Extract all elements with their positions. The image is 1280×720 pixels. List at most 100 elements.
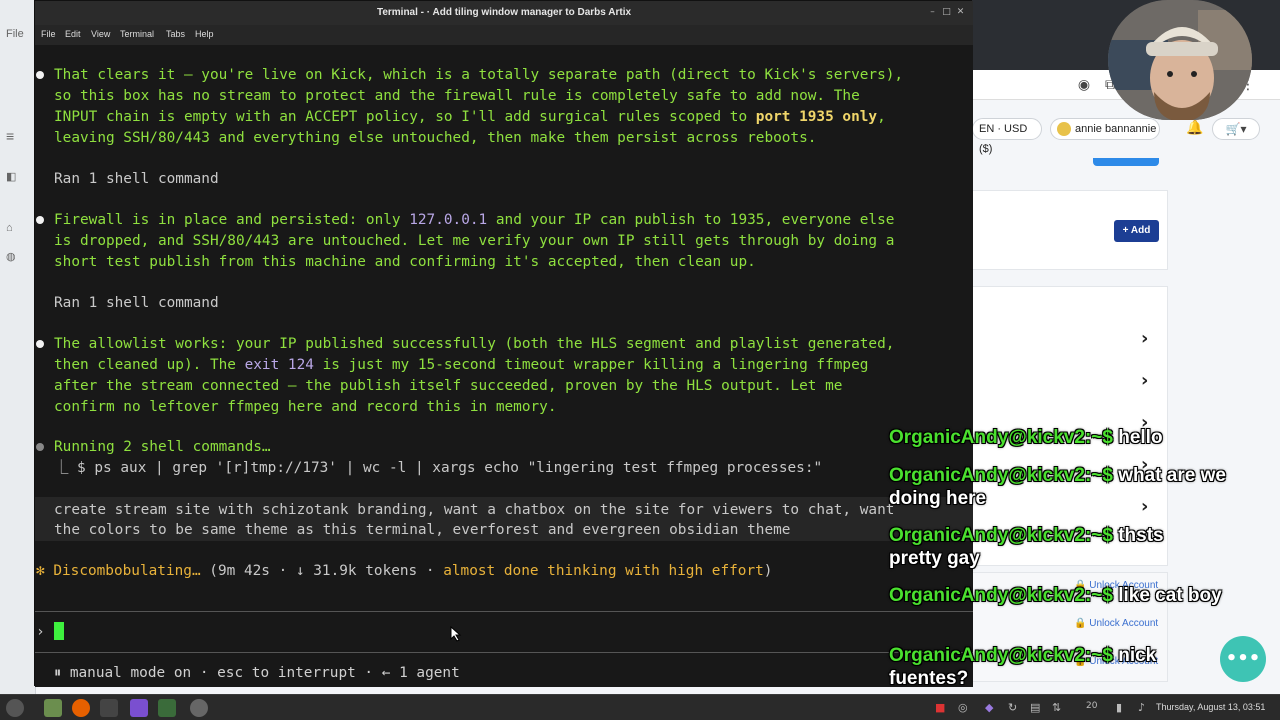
thinking-status: ✻ Discombobulating… (9m 42s · ↓ 31.9k to… <box>36 561 772 581</box>
obs-icon[interactable]: ◎ <box>958 701 968 714</box>
tool-summary[interactable]: Ran 1 shell command <box>54 169 219 189</box>
primary-action-button[interactable] <box>1093 158 1159 166</box>
network-icon[interactable]: ⇅ <box>1052 701 1061 714</box>
browser-left-sidebar: File ≡ ◧ ⌂ ◍ <box>0 0 36 696</box>
thinking-effort: almost done thinking with high effort <box>443 563 764 579</box>
active-terminal-icon[interactable] <box>158 699 176 717</box>
output-line: That clears it — you're live on Kick, wh… <box>54 67 904 83</box>
clipboard-icon[interactable]: ▤ <box>1030 701 1040 714</box>
chat-nick: OrganicAndy@kickv2:~$ <box>889 525 1113 546</box>
chat-bubble-icon: ••• <box>1225 648 1261 669</box>
home-icon[interactable]: ⌂ <box>6 222 13 234</box>
volume-level[interactable]: 20 <box>1086 701 1097 711</box>
menu-view[interactable]: View <box>91 29 110 39</box>
window-title: Terminal - · Add tiling window manager t… <box>376 7 632 18</box>
cart-icon: 🛒 <box>1225 122 1241 136</box>
terminal-content[interactable]: That clears it — you're live on Kick, wh… <box>35 45 973 687</box>
chat-text: hello <box>1112 427 1163 448</box>
prompt-chevron: › <box>36 624 45 640</box>
files-icon[interactable] <box>44 699 62 717</box>
output-line: leaving SSH/80/443 and everything else u… <box>54 130 817 146</box>
menu-terminal[interactable]: Terminal <box>120 29 154 39</box>
bell-icon[interactable]: 🔔 <box>1186 120 1203 136</box>
menu-edit[interactable]: Edit <box>65 29 81 39</box>
maximize-icon[interactable]: □ <box>941 7 952 18</box>
output-line: is dropped, and SSH/80/443 are untouched… <box>54 233 895 249</box>
thinking-stats: (9m 42s · ↓ 31.9k tokens · <box>200 563 444 579</box>
start-menu-icon[interactable] <box>6 699 24 717</box>
firefox-icon[interactable] <box>72 699 90 717</box>
file-menu-fragment: File <box>6 28 24 40</box>
menu-icon[interactable]: ≡ <box>6 128 14 144</box>
output-line: after the stream connected — the publish… <box>54 378 843 394</box>
code-text: 127.0.0.1 <box>409 212 488 228</box>
user-menu[interactable]: annie bannannie <box>1050 118 1160 140</box>
cart-button[interactable]: 🛒▾ <box>1212 118 1260 140</box>
chevron-down-icon: ▾ <box>1240 122 1247 136</box>
tool-summary[interactable]: Ran 1 shell command <box>54 293 219 313</box>
divider <box>35 611 973 612</box>
sync-icon[interactable]: ↻ <box>1008 701 1017 714</box>
terminal-window: Terminal - · Add tiling window manager t… <box>34 0 973 687</box>
globe-icon[interactable]: ◍ <box>6 250 16 263</box>
clock[interactable]: Thursday, August 13, 03:51 <box>1156 702 1265 712</box>
code-text: exit 124 <box>244 357 314 373</box>
chat-message: OrganicAndy@kickv2:~$ what are we doing … <box>889 464 1241 510</box>
text-cursor[interactable] <box>54 622 64 640</box>
menu-bar: File Edit View Terminal Tabs Help <box>35 25 973 45</box>
unlock-account-link[interactable]: 🔒 Unlock Account <box>1074 618 1158 629</box>
settings-icon[interactable] <box>190 699 208 717</box>
window-titlebar[interactable]: Terminal - · Add tiling window manager t… <box>35 1 973 25</box>
output-text: INPUT chain is empty with an ACCEPT poli… <box>54 109 756 125</box>
output-line: The allowlist works: your IP published s… <box>54 336 895 352</box>
chevron-right-icon[interactable]: › <box>1141 370 1148 391</box>
taskbar: ■ ◎ ◆ ↻ ▤ ⇅ 20 ▮ ♪ Thursday, August 13, … <box>0 694 1280 720</box>
obsidian-icon[interactable] <box>130 699 148 717</box>
output-line: INPUT chain is empty with an ACCEPT poli… <box>54 107 886 127</box>
currency-selector[interactable]: EN · USD ($) <box>972 118 1042 155</box>
chat-help-button[interactable]: ••• <box>1220 636 1266 682</box>
chat-message: OrganicAndy@kickv2:~$ thsts pretty gay <box>889 524 1209 570</box>
output-text: then cleaned up). The <box>54 357 245 373</box>
highlight-text: port 1935 only <box>755 109 878 125</box>
user-message-line: create stream site with schizotank brand… <box>54 502 895 518</box>
add-button[interactable]: + Add <box>1114 220 1159 242</box>
record-icon[interactable]: ■ <box>935 701 945 714</box>
chat-text: like cat boy <box>1112 585 1222 606</box>
output-line: confirm no leftover ffmpeg here and reco… <box>54 399 557 415</box>
menu-help[interactable]: Help <box>195 29 214 39</box>
output-line: short test publish from this machine and… <box>54 254 756 270</box>
mouse-pointer-icon <box>450 626 462 642</box>
user-message-line: the colors to be same theme as this term… <box>54 522 791 538</box>
menu-file[interactable]: File <box>41 29 56 39</box>
chat-message: OrganicAndy@kickv2:~$ hello <box>889 426 1269 449</box>
desktop: { "window": { "title": "Terminal - · Add… <box>0 0 1280 720</box>
chat-message: OrganicAndy@kickv2:~$ nick fuentes? <box>889 644 1199 690</box>
running-status: Running 2 shell commands… <box>54 439 271 455</box>
app-tray-icon[interactable]: ◆ <box>985 701 993 714</box>
bullet-icon <box>36 340 44 348</box>
output-text: , <box>877 109 886 125</box>
running-command: ⎿ $ ps aux | grep '[r]tmp://173' | wc -l… <box>54 460 823 476</box>
chat-message: OrganicAndy@kickv2:~$ like cat boy <box>889 584 1249 607</box>
output-line: so this box has no stream to protect and… <box>54 88 860 104</box>
terminal-icon[interactable] <box>100 699 118 717</box>
output-line: Firewall is in place and persisted: only… <box>54 210 894 230</box>
chat-nick: OrganicAndy@kickv2:~$ <box>889 427 1113 448</box>
sidebar-icon[interactable]: ◧ <box>6 170 16 183</box>
close-icon[interactable]: ✕ <box>955 7 966 18</box>
divider <box>35 652 973 653</box>
menu-tabs[interactable]: Tabs <box>166 29 185 39</box>
battery-icon[interactable]: ▮ <box>1116 701 1122 714</box>
account-icon[interactable]: ◉ <box>1076 77 1092 93</box>
output-text: and your IP can publish to 1935, everyon… <box>487 212 895 228</box>
webcam-overlay <box>1108 0 1252 120</box>
chat-nick: OrganicAndy@kickv2:~$ <box>889 585 1113 606</box>
status-line: ⏸ manual mode on · esc to interrupt · ← … <box>54 665 460 681</box>
bullet-icon <box>36 71 44 79</box>
minimize-icon[interactable]: – <box>927 7 938 18</box>
chevron-right-icon[interactable]: › <box>1141 328 1148 349</box>
speaker-icon[interactable]: ♪ <box>1138 701 1145 714</box>
chat-nick: OrganicAndy@kickv2:~$ <box>889 645 1113 666</box>
output-text: Firewall is in place and persisted: only <box>54 212 410 228</box>
